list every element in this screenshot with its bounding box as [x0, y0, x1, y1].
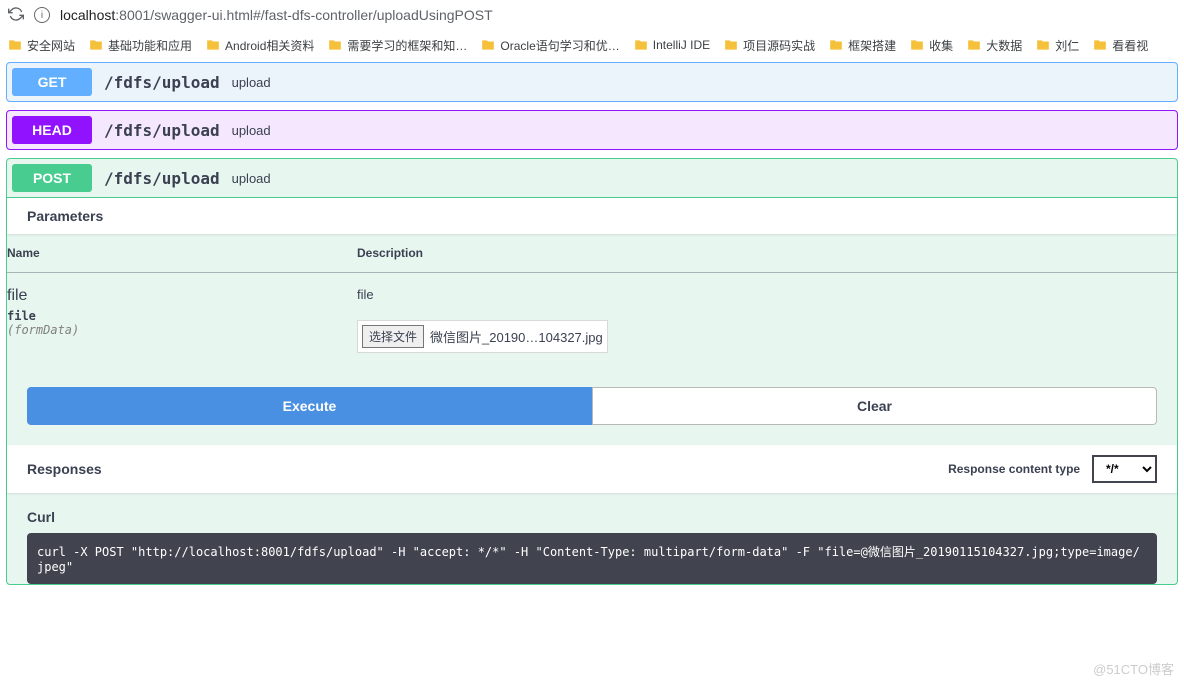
endpoint-desc: upload: [232, 171, 271, 186]
curl-command[interactable]: curl -X POST "http://localhost:8001/fdfs…: [27, 533, 1157, 584]
endpoint-desc: upload: [232, 123, 271, 138]
parameters-title: Parameters: [27, 208, 103, 224]
col-desc-header: Description: [357, 234, 1177, 273]
bookmark-label: IntelliJ IDE: [653, 38, 710, 52]
folder-icon: [1036, 38, 1050, 52]
content-type-label: Response content type: [948, 462, 1080, 476]
folder-icon: [481, 38, 495, 52]
operation-post: POST /fdfs/upload upload Parameters Name…: [6, 158, 1178, 585]
param-description: file: [357, 287, 1177, 302]
col-name-header: Name: [7, 234, 357, 273]
choose-file-button[interactable]: 选择文件: [362, 325, 424, 348]
table-row: file file (formData) file 选择文件 微信图片_2019…: [7, 273, 1177, 368]
action-buttons: Execute Clear: [7, 367, 1177, 445]
bookmark-label: 看看视: [1112, 37, 1148, 54]
bookmark-item[interactable]: 框架搭建: [829, 37, 896, 54]
info-icon[interactable]: i: [34, 7, 50, 23]
bookmark-label: 刘仁: [1055, 37, 1079, 54]
bookmark-label: 项目源码实战: [743, 37, 815, 54]
curl-section: Curl curl -X POST "http://localhost:8001…: [7, 493, 1177, 584]
folder-icon: [910, 38, 924, 52]
param-type: file: [7, 305, 357, 323]
operation-head[interactable]: HEAD /fdfs/upload upload: [6, 110, 1178, 150]
folder-icon: [829, 38, 843, 52]
bookmarks-bar: 安全网站 基础功能和应用 Android相关资料 需要学习的框架和知… Oracle语句…: [0, 30, 1184, 60]
method-badge-get: GET: [12, 68, 92, 96]
bookmark-label: 大数据: [986, 37, 1022, 54]
bookmark-label: 安全网站: [27, 37, 75, 54]
bookmark-item[interactable]: IntelliJ IDE: [634, 38, 710, 52]
folder-icon: [8, 38, 22, 52]
bookmark-label: 需要学习的框架和知…: [347, 37, 467, 54]
address-bar: i localhost:8001/swagger-ui.html#/fast-d…: [0, 0, 1184, 30]
clear-button[interactable]: Clear: [592, 387, 1157, 425]
endpoint-path: /fdfs/upload: [92, 121, 232, 140]
bookmark-label: 框架搭建: [848, 37, 896, 54]
operation-post-summary[interactable]: POST /fdfs/upload upload: [7, 159, 1177, 197]
folder-icon: [724, 38, 738, 52]
folder-icon: [634, 38, 648, 52]
folder-icon: [328, 38, 342, 52]
bookmark-item[interactable]: 需要学习的框架和知…: [328, 37, 467, 54]
watermark: @51CTO博客: [1093, 659, 1174, 678]
bookmark-item[interactable]: 大数据: [967, 37, 1022, 54]
bookmark-item[interactable]: Oracle语句学习和优…: [481, 37, 619, 54]
parameters-table: Name Description file file (formData) fi…: [7, 234, 1177, 367]
curl-title: Curl: [27, 509, 1157, 525]
chosen-file-name: 微信图片_20190…104327.jpg: [430, 327, 603, 346]
endpoint-path: /fdfs/upload: [92, 169, 232, 188]
endpoint-desc: upload: [232, 75, 271, 90]
responses-title: Responses: [27, 461, 102, 477]
endpoint-path: /fdfs/upload: [92, 73, 232, 92]
bookmark-label: Android相关资料: [225, 37, 314, 54]
folder-icon: [967, 38, 981, 52]
param-in: (formData): [7, 323, 357, 337]
bookmark-item[interactable]: 刘仁: [1036, 37, 1079, 54]
operation-get[interactable]: GET /fdfs/upload upload: [6, 62, 1178, 102]
param-name: file: [7, 287, 357, 305]
reload-icon[interactable]: [8, 6, 24, 25]
method-badge-head: HEAD: [12, 116, 92, 144]
execute-button[interactable]: Execute: [27, 387, 592, 425]
file-input[interactable]: 选择文件 微信图片_20190…104327.jpg: [357, 320, 608, 353]
method-badge-post: POST: [12, 164, 92, 192]
bookmark-label: 收集: [929, 37, 953, 54]
folder-icon: [206, 38, 220, 52]
bookmark-item[interactable]: 收集: [910, 37, 953, 54]
url-text[interactable]: localhost:8001/swagger-ui.html#/fast-dfs…: [60, 7, 493, 23]
bookmark-label: Oracle语句学习和优…: [500, 37, 619, 54]
bookmark-label: 基础功能和应用: [108, 37, 192, 54]
bookmark-item[interactable]: 基础功能和应用: [89, 37, 192, 54]
bookmark-item[interactable]: 看看视: [1093, 37, 1148, 54]
content-type-select[interactable]: */*: [1092, 455, 1157, 483]
parameters-header: Parameters: [7, 198, 1177, 234]
responses-header: Responses Response content type */*: [7, 445, 1177, 493]
bookmark-item[interactable]: Android相关资料: [206, 37, 314, 54]
folder-icon: [1093, 38, 1107, 52]
bookmark-item[interactable]: 安全网站: [8, 37, 75, 54]
bookmark-item[interactable]: 项目源码实战: [724, 37, 815, 54]
folder-icon: [89, 38, 103, 52]
